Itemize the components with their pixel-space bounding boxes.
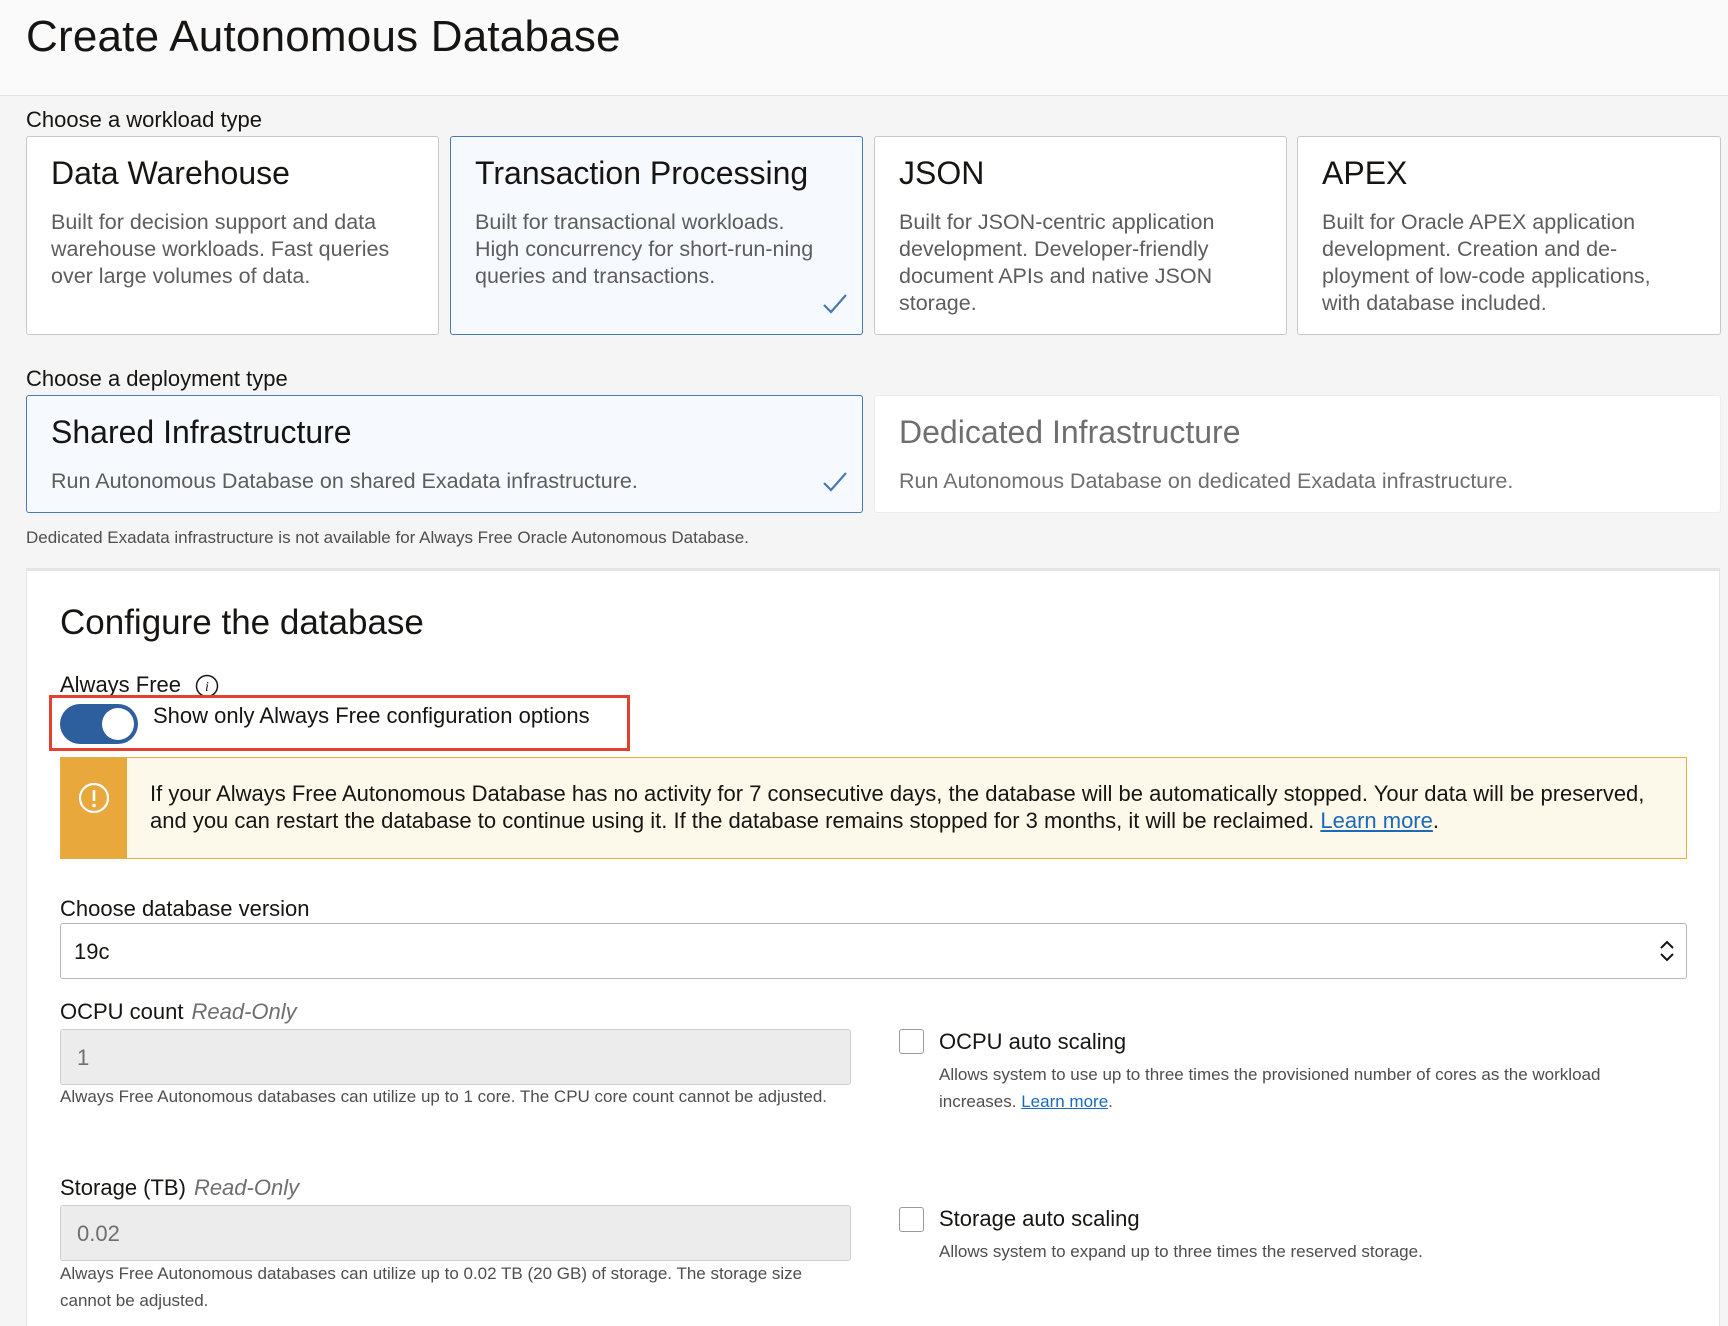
storage-auto-scaling-checkbox[interactable]: [899, 1207, 924, 1232]
storage-auto-scaling-help: Allows system to expand up to three time…: [939, 1242, 1423, 1261]
deployment-card-title: Shared Infrastructure: [51, 414, 352, 450]
workload-card-transaction-processing[interactable]: Transaction Processing Built for transac…: [450, 136, 863, 335]
deployment-card-dedicated: Dedicated Infrastructure Run Autonomous …: [874, 395, 1721, 513]
ocpu-label-text: OCPU count: [60, 999, 184, 1024]
ocpu-help-period: .: [1108, 1092, 1113, 1111]
always-free-toggle[interactable]: [60, 704, 138, 744]
workload-card-title: Data Warehouse: [51, 155, 290, 191]
storage-help-text: Always Free Autonomous databases can uti…: [60, 1264, 803, 1310]
storage-value: 0.02: [77, 1221, 120, 1246]
workload-card-json[interactable]: JSON Built for JSON-centric application …: [874, 136, 1287, 335]
workload-card-description: Built for Oracle APEX application develo…: [1322, 210, 1651, 315]
db-version-select[interactable]: 19c: [60, 923, 1687, 979]
workload-card-apex[interactable]: APEX Built for Oracle APEX application d…: [1297, 136, 1721, 335]
warning-bar: [61, 758, 127, 858]
ocpu-auto-scaling-help: Allows system to use up to three times t…: [939, 1061, 1659, 1115]
select-chevron-icon: [1660, 940, 1674, 962]
ocpu-count-input: 1: [60, 1029, 851, 1085]
deployment-card-description: Run Autonomous Database on dedicated Exa…: [899, 469, 1514, 493]
workload-card-title: JSON: [899, 155, 985, 191]
checkmark-icon: [823, 472, 847, 492]
ocpu-learn-more-link[interactable]: Learn more: [1021, 1092, 1108, 1111]
workload-card-description: Built for JSON-centric application devel…: [899, 210, 1215, 315]
workload-card-description: Built for decision support and data ware…: [51, 210, 390, 288]
deployment-card-shared[interactable]: Shared Infrastructure Run Autonomous Dat…: [26, 395, 863, 513]
ocpu-readonly-tag: Read-Only: [191, 999, 297, 1024]
storage-label: Storage (TB) Read-Only: [60, 1175, 299, 1201]
workload-card-title: APEX: [1322, 155, 1408, 191]
toggle-knob: [102, 708, 134, 740]
configure-database-panel: Configure the database Always Free i Sho…: [26, 568, 1720, 1326]
configure-title: Configure the database: [60, 603, 424, 642]
db-version-label: Choose database version: [60, 896, 310, 921]
deployment-card-title: Dedicated Infrastructure: [899, 414, 1241, 450]
workload-card-title: Transaction Processing: [475, 155, 809, 191]
warning-period: .: [1432, 808, 1439, 833]
db-version-value: 19c: [74, 939, 110, 964]
workload-card-data-warehouse[interactable]: Data Warehouse Built for decision suppor…: [26, 136, 439, 335]
warning-learn-more-link[interactable]: Learn more: [1320, 808, 1433, 833]
ocpu-count-value: 1: [77, 1045, 90, 1070]
deployment-card-description: Run Autonomous Database on shared Exadat…: [51, 469, 638, 493]
create-adb-page: Create Autonomous Database Choose a work…: [0, 0, 1728, 1326]
ocpu-auto-scaling-checkbox[interactable]: [899, 1029, 924, 1054]
page-header: Create Autonomous Database: [0, 0, 1728, 96]
ocpu-auto-scaling-label: OCPU auto scaling: [939, 1029, 1127, 1054]
ocpu-count-label: OCPU count Read-Only: [60, 999, 297, 1025]
storage-readonly-tag: Read-Only: [193, 1175, 300, 1200]
svg-text:i: i: [205, 680, 209, 695]
warning-text: If your Always Free Autonomous Database …: [150, 780, 1646, 834]
ocpu-help-text: Always Free Autonomous databases can uti…: [60, 1087, 828, 1106]
checkmark-icon: [823, 294, 847, 314]
workload-type-label: Choose a workload type: [26, 107, 263, 132]
storage-label-text: Storage (TB): [60, 1175, 186, 1200]
storage-input: 0.02: [60, 1205, 851, 1261]
always-free-toggle-label: Show only Always Free configuration opti…: [153, 703, 590, 728]
dedicated-unavailable-note: Dedicated Exadata infrastructure is not …: [26, 528, 749, 547]
page-title: Create Autonomous Database: [26, 12, 621, 61]
warning-icon: [78, 782, 110, 814]
always-free-warning: If your Always Free Autonomous Database …: [60, 757, 1687, 859]
workload-card-description: Built for transactional workloads. High …: [475, 210, 814, 288]
deployment-type-label: Choose a deployment type: [26, 366, 288, 391]
storage-auto-scaling-label: Storage auto scaling: [939, 1206, 1140, 1231]
